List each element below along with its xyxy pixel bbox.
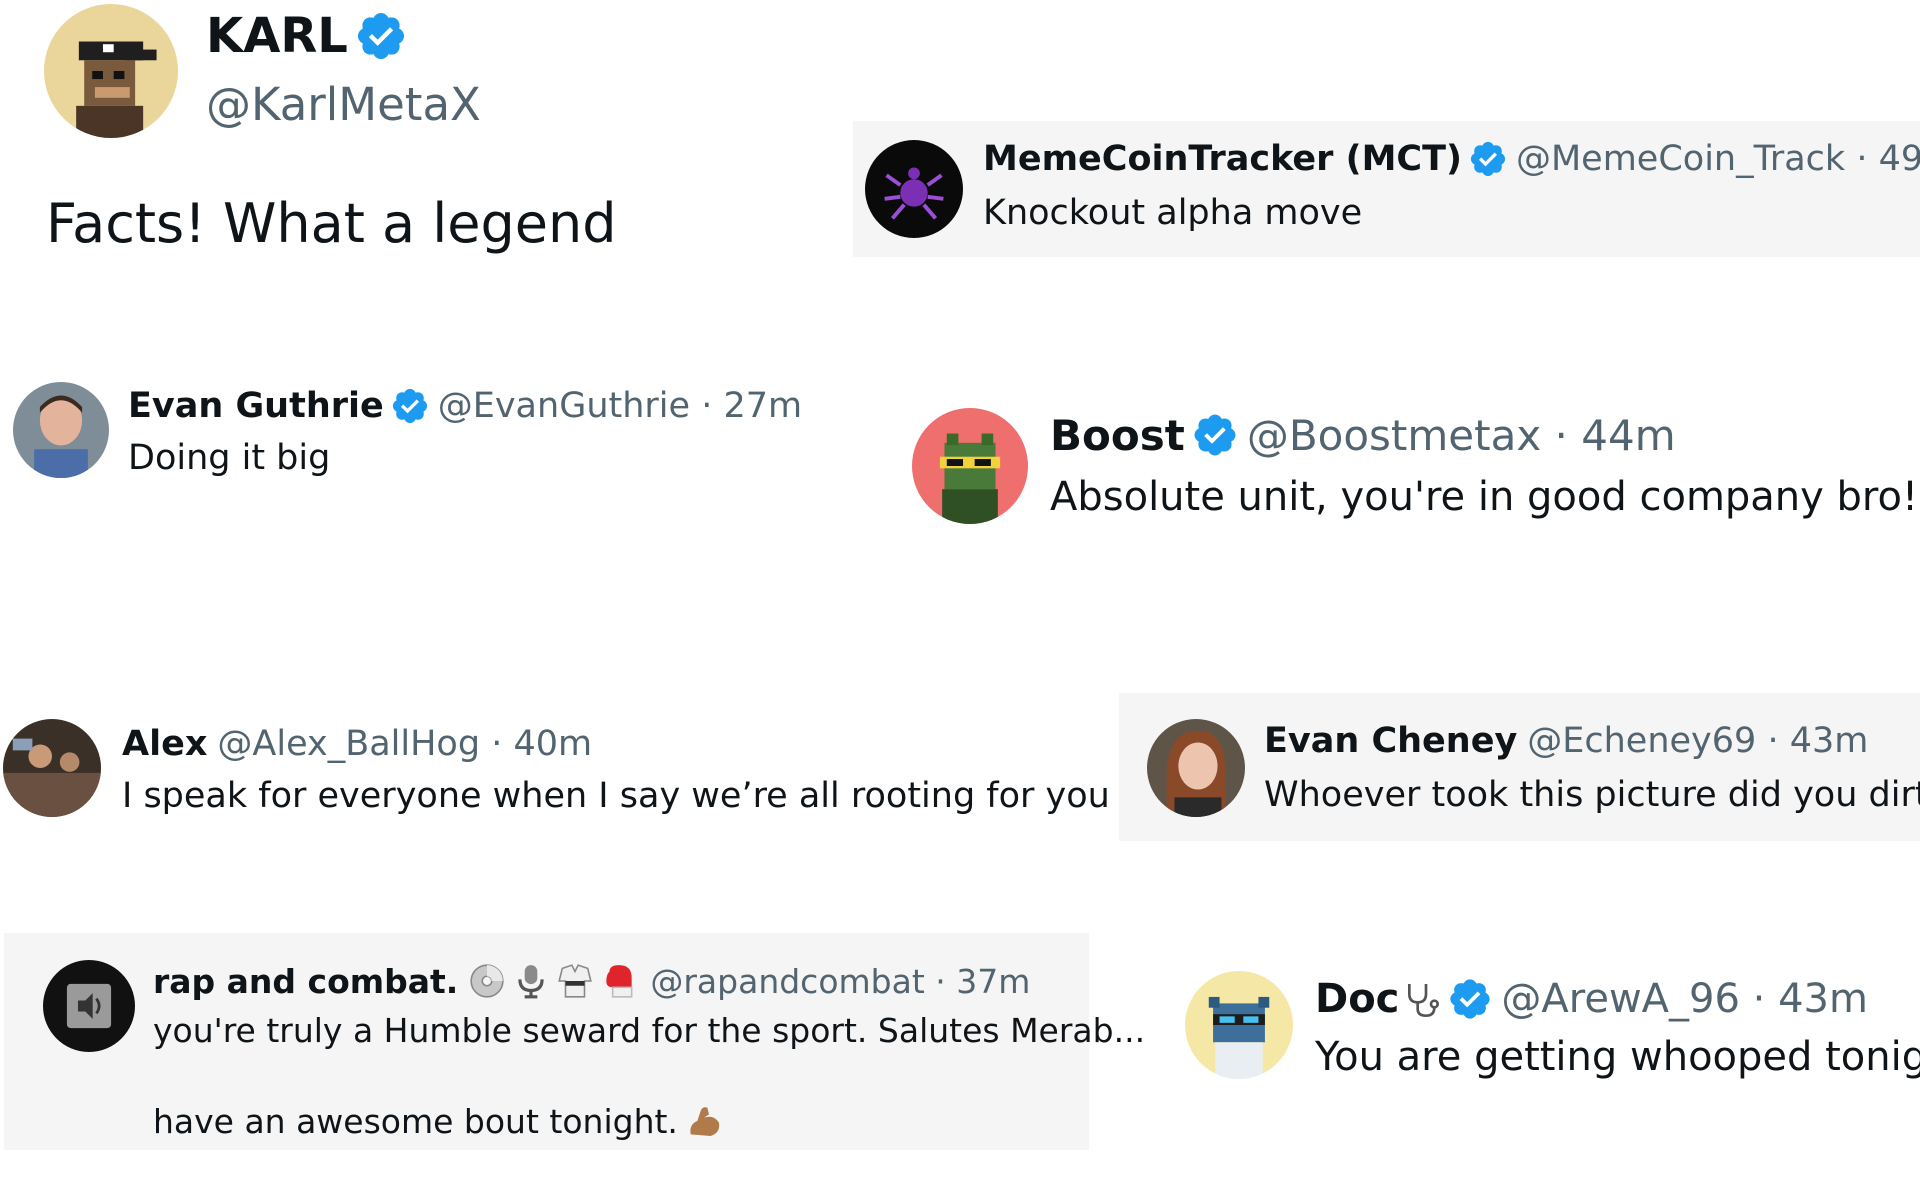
photo-avatar-icon (1147, 719, 1245, 817)
timestamp[interactable]: 37m (956, 962, 1030, 1001)
pixel-ape-avatar-icon (44, 4, 178, 138)
speaker-avatar-icon (43, 960, 135, 1052)
avatar[interactable] (865, 140, 963, 238)
avatar[interactable] (43, 960, 135, 1052)
timestamp[interactable]: 40m (513, 724, 592, 764)
reply-text: You are getting whooped tonight (1315, 1034, 1920, 1080)
avatar[interactable] (912, 408, 1028, 524)
display-name[interactable]: Evan Cheney (1264, 721, 1517, 761)
handle-text: @KarlMetaX (206, 77, 481, 131)
user-handle[interactable]: @EvanGuthrie (438, 386, 690, 426)
stethoscope-icon (1401, 977, 1441, 1021)
verified-badge-icon (1191, 411, 1239, 459)
reply-header: rap and combat. @rapandcombat · 37m (153, 959, 1030, 1003)
cd-icon (468, 962, 506, 1000)
user-handle[interactable]: @MemeCoin_Track (1516, 139, 1845, 179)
verified-badge-icon (354, 9, 408, 63)
avatar[interactable] (1147, 719, 1245, 817)
reply-text-2: have an awesome bout tonight. (153, 1101, 678, 1141)
reply-header: MemeCoinTracker (MCT) @MemeCoin_Track · … (983, 137, 1920, 181)
flexed-biceps-icon (684, 1101, 724, 1141)
reply-card-alex: Alex @Alex_BallHog · 40m I speak for eve… (0, 710, 1110, 840)
reply-text-line-2: have an awesome bout tonight. (153, 1101, 724, 1141)
reply-header: Alex @Alex_BallHog · 40m (122, 722, 592, 766)
display-name[interactable]: Evan Guthrie (128, 386, 384, 426)
user-handle[interactable]: @ArewA_96 (1501, 976, 1740, 1022)
pixel-frog-avatar-icon (912, 408, 1028, 524)
reply-text: you're truly a Humble seward for the spo… (153, 1011, 1146, 1050)
separator-dot: · (480, 724, 514, 764)
reply-text: Doing it big (128, 438, 331, 478)
reply-card-boost: Boost @Boostmetax · 44m Absolute unit, y… (900, 400, 1920, 540)
photo-avatar-icon (3, 719, 101, 817)
spider-logo-avatar-icon (865, 140, 963, 238)
reply-card-memecointracker: MemeCoinTracker (MCT) @MemeCoin_Track · … (853, 121, 1920, 257)
avatar[interactable] (44, 4, 178, 138)
microphone-icon (512, 962, 550, 1000)
reply-card-evan-guthrie: Evan Guthrie @EvanGuthrie · 27m Doing it… (0, 372, 860, 492)
timestamp[interactable]: 43m (1778, 976, 1868, 1022)
avatar[interactable] (13, 382, 109, 478)
user-handle[interactable]: @KarlMetaX (206, 74, 481, 134)
timestamp[interactable]: 43m (1790, 721, 1869, 761)
martial-arts-uniform-icon (556, 962, 594, 1000)
reply-card-doc: Doc @ArewA_96 · 43m You are getting whoo… (1180, 960, 1920, 1100)
reply-card-rap-and-combat: rap and combat. @rapandcombat · 37m you'… (4, 933, 1145, 1150)
avatar[interactable] (3, 719, 101, 817)
avatar[interactable] (1185, 971, 1293, 1079)
reply-text: Knockout alpha move (983, 193, 1363, 233)
reply-text: I speak for everyone when I say we’re al… (122, 776, 1110, 816)
pixel-dog-avatar-icon (1185, 971, 1293, 1079)
reply-text: Absolute unit, you're in good company br… (1050, 474, 1919, 520)
user-handle[interactable]: @rapandcombat (650, 962, 924, 1001)
reply-text: Facts! What a legend (46, 192, 617, 255)
verified-badge-icon (1447, 976, 1493, 1022)
reply-card-karl: KARL @KarlMetaX Facts! What a legend (0, 0, 850, 290)
separator-dot: · (1756, 721, 1790, 761)
display-name[interactable]: Boost (1050, 411, 1185, 460)
reply-header: KARL (206, 6, 416, 66)
separator-dot: · (1739, 976, 1779, 1022)
timestamp[interactable]: 44m (1581, 411, 1675, 460)
reply-header: Doc @ArewA_96 · 43m (1315, 974, 1868, 1024)
reply-text: Whoever took this picture did you dirty (1264, 775, 1920, 815)
reply-header: Evan Cheney @Echeney69 · 43m (1264, 719, 1868, 763)
display-name[interactable]: KARL (206, 8, 348, 64)
reply-header: Evan Guthrie @EvanGuthrie · 27m (128, 384, 802, 428)
display-name[interactable]: Alex (122, 724, 207, 764)
timestamp[interactable]: 27m (723, 386, 802, 426)
display-name[interactable]: rap and combat. (153, 962, 458, 1001)
separator-dot: · (924, 961, 957, 1001)
verified-badge-icon (390, 386, 430, 426)
reply-card-evan-cheney: Evan Cheney @Echeney69 · 43m Whoever too… (1119, 693, 1920, 841)
separator-dot: · (1541, 410, 1582, 460)
display-name[interactable]: Doc (1315, 976, 1399, 1022)
verified-badge-icon (1468, 139, 1508, 179)
separator-dot: · (690, 386, 724, 426)
display-name[interactable]: MemeCoinTracker (MCT) (983, 139, 1462, 179)
separator-dot: · (1845, 139, 1879, 179)
reply-header: Boost @Boostmetax · 44m (1050, 410, 1676, 460)
user-handle[interactable]: @Boostmetax (1247, 411, 1541, 460)
timestamp[interactable]: 49m (1879, 139, 1920, 179)
photo-avatar-icon (13, 382, 109, 478)
user-handle[interactable]: @Alex_BallHog (217, 724, 480, 764)
boxing-glove-icon (600, 962, 638, 1000)
user-handle[interactable]: @Echeney69 (1527, 721, 1756, 761)
